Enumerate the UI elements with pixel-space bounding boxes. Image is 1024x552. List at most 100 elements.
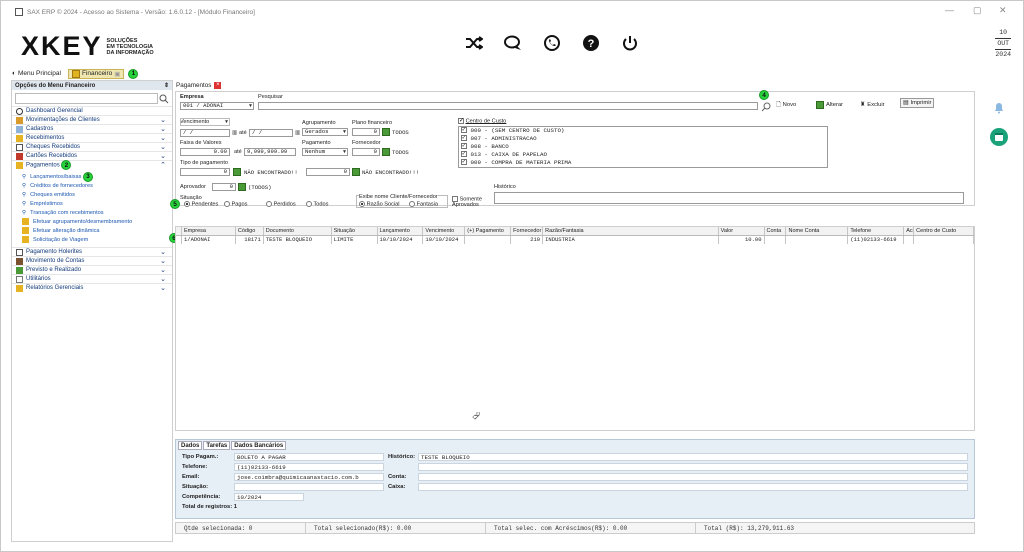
whatsapp-icon[interactable] (542, 33, 562, 53)
lookup-icon[interactable] (233, 168, 241, 176)
tab-financeiro[interactable]: Financeiro ▣ (67, 68, 125, 79)
notification-icon[interactable] (993, 102, 1005, 116)
close-tab-icon[interactable]: × (214, 81, 222, 89)
search-icon[interactable] (159, 94, 169, 106)
help-icon[interactable]: ? (581, 33, 601, 53)
lookup-icon[interactable] (382, 148, 390, 156)
col-pagamento[interactable]: (+) Pagamento (465, 227, 512, 235)
centro-item[interactable]: 008 - BANCO (461, 142, 827, 151)
close-icon[interactable]: ✕ (999, 5, 1007, 16)
submenu-alteracao[interactable]: Efetuar alteração dinâmica (22, 226, 172, 235)
lookup-icon[interactable] (352, 168, 360, 176)
radio-fantasia[interactable]: Fantasia (409, 201, 438, 207)
tab-tarefas[interactable]: Tarefas (203, 440, 231, 450)
table-row[interactable]: 1/ADONAI 18171 TESTE BLOQUEIO LIMITE 10/… (176, 236, 974, 244)
date-to-input[interactable]: / / (249, 129, 293, 137)
centro-custo-list[interactable]: 000 - (SEM CENTRO DE CUSTO) 007 - ADMINI… (458, 126, 828, 168)
collapse-icon[interactable]: ⇕ (164, 82, 169, 89)
close-tab-icon[interactable]: ▣ (114, 70, 120, 78)
sidebar-item-utilitarios[interactable]: Utilitários ⌄ (12, 274, 172, 283)
faixa-from-input[interactable]: 0.00 (180, 148, 230, 156)
sidebar-item-holerites[interactable]: Pagamento Holerites ⌄ (12, 247, 172, 256)
submenu-emprestimos[interactable]: ⚲ Empréstimos (22, 199, 172, 208)
centro-checkbox[interactable]: Centro de Custo (458, 117, 506, 124)
col-valor[interactable]: Valor (719, 227, 765, 235)
centro-item[interactable]: 007 - ADMINISTRACAO (461, 134, 827, 143)
search-icon[interactable] (761, 102, 771, 114)
tab-dados-bancarios[interactable]: Dados Bancários (231, 440, 287, 450)
calendar-icon[interactable] (990, 128, 1008, 148)
col-empresa[interactable]: Empresa (182, 227, 236, 235)
col-centro[interactable]: Centro de Custo (914, 227, 975, 235)
submenu-cheques-emitidos[interactable]: ⚲ Cheques emitidos (22, 190, 172, 199)
imprimir-button[interactable]: ▤ Imprimir (900, 98, 935, 108)
col-razao[interactable]: Razão/Fantasia (543, 227, 719, 235)
power-icon[interactable] (620, 33, 640, 53)
minimize-icon[interactable]: — (945, 5, 954, 15)
sidebar-item-relatorios[interactable]: Relatórios Gerenciais ⌄ (12, 283, 172, 292)
col-documento[interactable]: Documento (264, 227, 332, 235)
sidebar-item-movimentacoes[interactable]: Movimentações de Clientes ⌄ (12, 115, 172, 124)
centro-item[interactable]: 009 - COMPRA DE MATERIA PRIMA (461, 158, 827, 167)
sidebar-item-recebimentos[interactable]: Recebimentos ⌄ (12, 133, 172, 142)
sidebar-item-dashboard[interactable]: Dashboard Gerencial (12, 106, 172, 115)
date-display: 10 OUT 2024 (995, 29, 1011, 59)
search-input[interactable] (258, 102, 758, 110)
submenu-creditos[interactable]: ⚲ Créditos de fornecedores (22, 181, 172, 190)
radio-razao-social[interactable]: Razão Social (359, 201, 400, 207)
col-situacao[interactable]: Situação (332, 227, 378, 235)
faixa-to-input[interactable]: 9,999,999.99 (244, 148, 296, 156)
centro-item[interactable]: 000 - (SEM CENTRO DE CUSTO) (461, 126, 827, 135)
shuffle-icon[interactable] (464, 33, 484, 53)
col-conta[interactable]: Conta (765, 227, 787, 235)
sidebar-item-pagamentos[interactable]: Pagamentos 2 ⌃ (12, 160, 172, 170)
menu-search-input[interactable] (15, 93, 169, 104)
col-lancamento[interactable]: Lançamento (378, 227, 424, 235)
lookup-icon[interactable] (382, 128, 390, 136)
radio-pendentes[interactable]: Pendentes (184, 201, 218, 207)
col-aco[interactable]: Aco (904, 227, 915, 235)
date-from-input[interactable]: / / (180, 129, 230, 137)
tipo2-input[interactable]: 0 (306, 168, 350, 176)
radio-pagos[interactable]: Pagos (224, 201, 247, 207)
sidebar-item-movimento-contas[interactable]: Movimento de Contas ⌄ (12, 256, 172, 265)
novo-button[interactable]: 🗋 Novo (774, 100, 798, 110)
plano-input[interactable]: 0 (352, 128, 380, 136)
col-telefone[interactable]: Telefone (848, 227, 905, 235)
fornecedor-input[interactable]: 0 (352, 148, 380, 156)
sidebar-item-previsto[interactable]: Previsto e Realizado ⌄ (12, 265, 172, 274)
agrupamento-select[interactable]: Gerados (302, 128, 348, 136)
col-vencimento[interactable]: Vencimento (423, 227, 466, 235)
col-nome-conta[interactable]: Nome Conta (786, 227, 849, 235)
centro-item[interactable]: 013 - CAIXA DE PAPELAO (461, 150, 827, 159)
date-picker-icon[interactable]: ▥ (232, 130, 237, 136)
col-codigo[interactable]: Código (236, 227, 264, 235)
vencimento-select[interactable] (180, 118, 230, 126)
sidebar-item-cartoes[interactable]: Cartões Recebidos ⌄ (12, 151, 172, 160)
lookup-icon[interactable] (238, 183, 246, 191)
historico-input[interactable] (494, 192, 964, 204)
radio-todos[interactable]: Todos (306, 201, 328, 207)
submenu-agrupamento[interactable]: Efetuar agrupamento/desmembramento (22, 217, 172, 226)
empresa-select[interactable]: 001 / ADONAI (180, 102, 254, 110)
submenu-lancamentos[interactable]: ⚲ Lançamentos/baixas 3 (22, 171, 172, 182)
tab-menu-principal[interactable]: ◐ Menu Principal (9, 69, 64, 79)
pagamento-select[interactable]: Nenhum (302, 148, 348, 156)
submenu-viagem[interactable]: Solicitação de Viagem (22, 235, 172, 244)
submenu-transacao[interactable]: ⚲ Transação com recebimentos (22, 208, 172, 217)
somente-aprovados-checkbox[interactable]: Somente Aprovados (452, 196, 488, 208)
radio-perdidos[interactable]: Perdidos (266, 201, 296, 207)
tab-dados[interactable]: Dados (178, 440, 203, 450)
tipo-pagamento-input[interactable]: 0 (180, 168, 230, 176)
tab-pagamentos[interactable]: Pagamentos × (173, 80, 222, 90)
title-bar: SAX ERP © 2024 - Acesso ao Sistema - Ver… (1, 1, 1023, 23)
aprovador-input[interactable]: 0 (212, 183, 236, 191)
sidebar-item-cadastros[interactable]: Cadastros ⌄ (12, 124, 172, 133)
chat-icon[interactable] (503, 33, 523, 53)
col-fornecedor[interactable]: Fornecedor (511, 227, 544, 235)
sidebar-item-cheques[interactable]: Cheques Recebidos ⌄ (12, 142, 172, 151)
alterar-button[interactable]: Alterar (814, 100, 845, 110)
excluir-button[interactable]: ♜ Excluir (858, 100, 887, 110)
restore-icon[interactable]: ▢ (973, 5, 982, 16)
date-picker-icon[interactable]: ▥ (295, 130, 300, 136)
